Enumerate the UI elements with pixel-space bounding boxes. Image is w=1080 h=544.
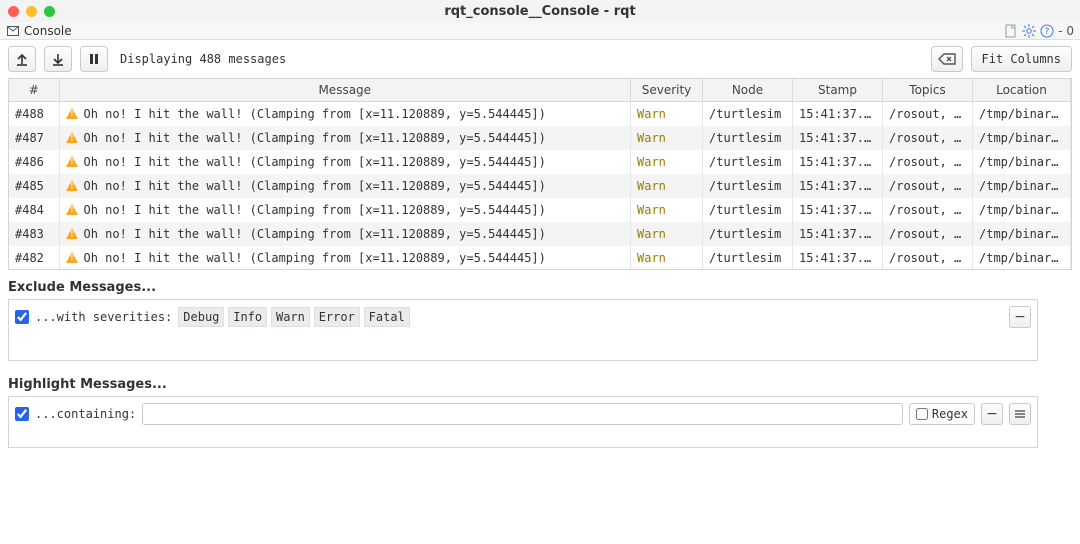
severity-chip[interactable]: Debug [178, 307, 224, 327]
warning-icon [66, 252, 78, 263]
window-title: rqt_console__Console - rqt [0, 4, 1080, 19]
exclude-header: Exclude Messages... [0, 270, 1080, 299]
regex-label: Regex [932, 407, 968, 421]
highlight-label: ...containing: [35, 407, 136, 421]
tabstrip-counter: - 0 [1058, 24, 1074, 38]
severity-chip[interactable]: Warn [271, 307, 310, 327]
titlebar: rqt_console__Console - rqt [0, 0, 1080, 22]
message-count-label: Displaying 488 messages [116, 52, 286, 66]
highlight-checkbox[interactable] [15, 407, 29, 421]
toolbar: Displaying 488 messages Fit Columns [0, 40, 1080, 78]
tabstrip: Console ? - 0 [0, 22, 1080, 40]
col-header-node[interactable]: Node [703, 79, 793, 102]
col-header-severity[interactable]: Severity [631, 79, 703, 102]
exclude-checkbox[interactable] [15, 310, 29, 324]
highlight-input[interactable] [142, 403, 903, 425]
highlight-panel: ...containing: Regex − [8, 396, 1038, 448]
minimize-window-button[interactable] [26, 6, 37, 17]
tab-console[interactable]: Console [20, 24, 72, 38]
warning-icon [66, 156, 78, 167]
clear-button[interactable] [931, 46, 963, 72]
severity-chip[interactable]: Error [314, 307, 360, 327]
load-button[interactable] [8, 46, 36, 72]
highlight-extra-button[interactable] [1009, 403, 1031, 425]
maximize-window-button[interactable] [44, 6, 55, 17]
severity-chip[interactable]: Info [228, 307, 267, 327]
messages-table[interactable]: # Message Severity Node Stamp Topics Loc… [8, 78, 1072, 270]
table-row[interactable]: #484Oh no! I hit the wall! (Clamping fro… [9, 198, 1071, 222]
table-row[interactable]: #488Oh no! I hit the wall! (Clamping fro… [9, 102, 1071, 126]
warning-icon [66, 180, 78, 191]
exclude-remove-button[interactable]: − [1009, 306, 1031, 328]
highlight-section: ...containing: Regex − + [8, 396, 1072, 448]
exclude-panel: ...with severities: Debug Info Warn Erro… [8, 299, 1038, 361]
col-header-num[interactable]: # [9, 79, 59, 102]
exclude-section: ...with severities: Debug Info Warn Erro… [8, 299, 1072, 361]
close-window-button[interactable] [8, 6, 19, 17]
warning-icon [66, 228, 78, 239]
pause-button[interactable] [80, 46, 108, 72]
col-header-location[interactable]: Location [973, 79, 1071, 102]
col-header-message[interactable]: Message [59, 79, 631, 102]
mail-icon [6, 24, 20, 38]
save-button[interactable] [44, 46, 72, 72]
regex-checkbox[interactable] [916, 408, 928, 420]
warning-icon [66, 132, 78, 143]
table-row[interactable]: #486Oh no! I hit the wall! (Clamping fro… [9, 150, 1071, 174]
warning-icon [66, 108, 78, 119]
highlight-remove-button[interactable]: − [981, 403, 1003, 425]
window-controls [8, 6, 55, 17]
help-icon[interactable]: ? [1040, 24, 1054, 38]
highlight-header: Highlight Messages... [0, 367, 1080, 396]
table-header-row[interactable]: # Message Severity Node Stamp Topics Loc… [9, 79, 1071, 102]
table-row[interactable]: #485Oh no! I hit the wall! (Clamping fro… [9, 174, 1071, 198]
exclude-label: ...with severities: [35, 310, 172, 324]
col-header-stamp[interactable]: Stamp [793, 79, 883, 102]
table-row[interactable]: #487Oh no! I hit the wall! (Clamping fro… [9, 126, 1071, 150]
table-row[interactable]: #483Oh no! I hit the wall! (Clamping fro… [9, 222, 1071, 246]
document-icon[interactable] [1004, 24, 1018, 38]
regex-toggle[interactable]: Regex [909, 403, 975, 425]
severity-chip[interactable]: Fatal [364, 307, 410, 327]
gear-icon[interactable] [1022, 24, 1036, 38]
col-header-topics[interactable]: Topics [883, 79, 973, 102]
warning-icon [66, 204, 78, 215]
svg-text:?: ? [1045, 27, 1050, 37]
fit-columns-button[interactable]: Fit Columns [971, 46, 1072, 72]
table-row[interactable]: #482Oh no! I hit the wall! (Clamping fro… [9, 246, 1071, 270]
